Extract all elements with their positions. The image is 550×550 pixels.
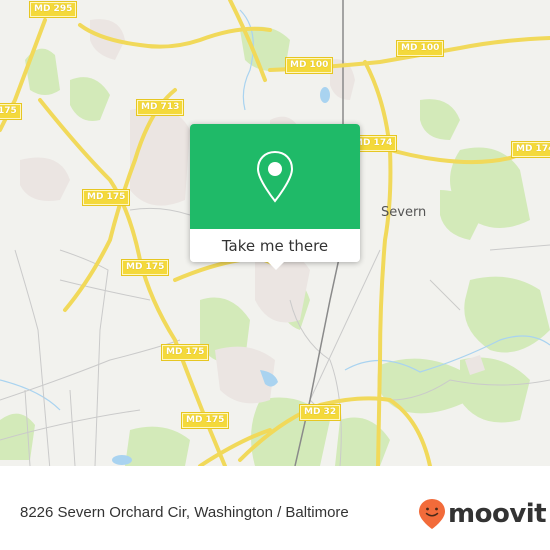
map-pin-icon [256, 150, 294, 203]
road-shield-md-713: MD 713 [135, 99, 185, 116]
road-shield-md-175: MD 175 [120, 259, 170, 276]
road-shield-md-295: MD 295 [28, 1, 78, 18]
popup-header [190, 124, 360, 229]
map[interactable]: MD 295 MD 100 MD 100 MD 713 MD 174 MD 17… [0, 0, 550, 466]
moovit-logo[interactable]: moovit [418, 498, 547, 530]
road-shield-md-175: MD 175 [160, 344, 210, 361]
location-popup: Take me there [190, 124, 360, 270]
road-shield-md-32: MD 32 [298, 404, 342, 421]
popup-pointer [268, 262, 284, 270]
road-shield-md-175: 175 [0, 103, 22, 120]
footer: 8226 Severn Orchard Cir, Washington / Ba… [0, 480, 550, 550]
address-label: 8226 Severn Orchard Cir, Washington / Ba… [20, 504, 349, 521]
moovit-pin-logo-icon [419, 499, 445, 529]
road-shield-md-100: MD 100 [395, 40, 445, 57]
place-label-severn: Severn [381, 205, 427, 220]
moovit-wordmark: moovit [448, 499, 547, 529]
road-shield-md-175: MD 175 [81, 189, 131, 206]
road-shield-md-175: MD 175 [180, 412, 230, 429]
road-shield-md-174: MD 174 [510, 141, 550, 158]
take-me-there-button[interactable]: Take me there [190, 229, 360, 262]
road-shield-md-100: MD 100 [284, 57, 334, 74]
